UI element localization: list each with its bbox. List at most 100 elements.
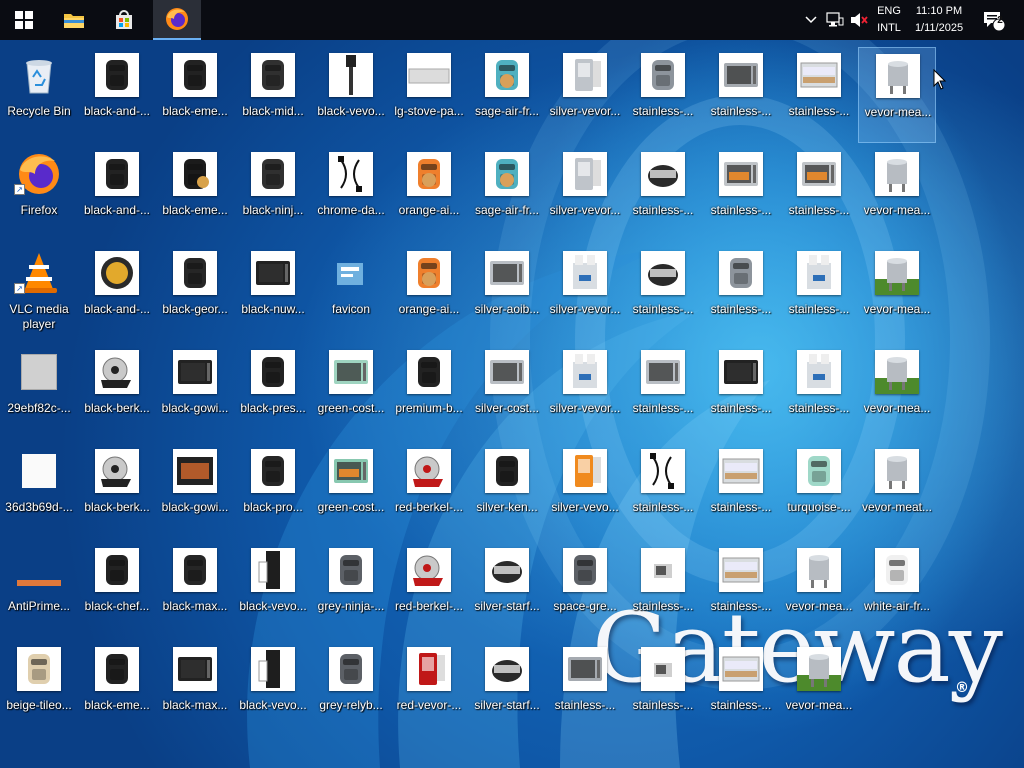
desktop-icon[interactable]: black-ninj... [234, 146, 312, 242]
desktop-icon[interactable]: sage-air-fr... [468, 146, 546, 242]
desktop-icon[interactable]: silver-starf... [468, 641, 546, 737]
desktop-icon[interactable]: stainless-... [702, 245, 780, 341]
desktop-icon[interactable]: stainless-... [624, 47, 702, 143]
desktop-icon[interactable]: silver-vevo... [546, 443, 624, 539]
desktop-icon[interactable]: vevor-mea... [858, 344, 936, 440]
desktop-icon[interactable]: orange-ai... [390, 146, 468, 242]
desktop-icon[interactable]: stainless-... [702, 47, 780, 143]
desktop-icon[interactable]: black-nuw... [234, 245, 312, 341]
desktop-icon[interactable]: red-berkel-... [390, 443, 468, 539]
network-button[interactable] [824, 0, 846, 40]
desktop-icon[interactable]: stainless-... [702, 443, 780, 539]
desktop-icon[interactable]: vevor-mea... [780, 641, 858, 737]
action-center-button[interactable]: 2 [978, 0, 1008, 40]
desktop-icon[interactable]: silver-vevor... [546, 245, 624, 341]
desktop-icon[interactable]: favicon [312, 245, 390, 341]
desktop-icon[interactable]: orange-ai... [390, 245, 468, 341]
desktop-icon[interactable]: stainless-... [624, 146, 702, 242]
desktop-icon[interactable]: silver-vevor... [546, 47, 624, 143]
desktop-icon[interactable]: black-vevo... [234, 641, 312, 737]
desktop-icon[interactable]: silver-starf... [468, 542, 546, 638]
desktop-icon[interactable]: black-max... [156, 542, 234, 638]
desktop-icon[interactable]: black-and-... [78, 245, 156, 341]
desktop-icon[interactable]: vevor-mea... [858, 245, 936, 341]
desktop-icon-label: sage-air-fr... [474, 104, 540, 118]
desktop-icon[interactable]: black-eme... [78, 641, 156, 737]
image-thumbnail-icon [17, 350, 61, 394]
desktop-icon[interactable]: lg-stove-pa... [390, 47, 468, 143]
input-language-indicator[interactable]: ENG INTL [872, 3, 906, 37]
desktop-icon[interactable]: premium-b... [390, 344, 468, 440]
file-explorer-button[interactable] [50, 0, 98, 40]
firefox-taskbar-button[interactable] [153, 0, 201, 40]
desktop-icon[interactable]: vevor-mea... [858, 146, 936, 242]
desktop-icon[interactable]: stainless-... [780, 47, 858, 143]
desktop-icon[interactable]: vevor-mea... [858, 47, 936, 143]
desktop-icon-label: green-cost... [317, 500, 385, 514]
desktop-icon[interactable]: grey-ninja-... [312, 542, 390, 638]
desktop-icon[interactable]: 36d3b69d-... [0, 443, 78, 539]
desktop-icon[interactable]: black-vevo... [234, 542, 312, 638]
desktop-icon-label: red-berkel-... [394, 500, 464, 514]
desktop-icon[interactable]: green-cost... [312, 443, 390, 539]
desktop-icon[interactable]: stainless-... [624, 245, 702, 341]
desktop-icon[interactable]: black-berk... [78, 443, 156, 539]
desktop-icon[interactable]: black-max... [156, 641, 234, 737]
desktop-icon[interactable]: black-vevo... [312, 47, 390, 143]
desktop-icon[interactable]: black-gowi... [156, 443, 234, 539]
desktop-icon[interactable]: green-cost... [312, 344, 390, 440]
desktop-icon[interactable]: stainless-... [780, 146, 858, 242]
desktop-icon[interactable]: beige-tileo... [0, 641, 78, 737]
desktop-icon[interactable]: black-eme... [156, 146, 234, 242]
desktop-icon[interactable]: black-mid... [234, 47, 312, 143]
desktop-icon[interactable]: vevor-meat... [858, 443, 936, 539]
desktop[interactable]: Gateway ® Recycle Bin ↗Firefox↗VLC media… [0, 40, 1024, 768]
desktop-icon[interactable]: ↗ Firefox [0, 146, 78, 242]
desktop-icon[interactable]: black-chef... [78, 542, 156, 638]
clock[interactable]: 11:10 PM 1/11/2025 [908, 3, 970, 37]
desktop-icon[interactable]: ↗ VLC media player [0, 245, 78, 341]
show-hidden-icons-button[interactable] [802, 0, 820, 40]
desktop-icon[interactable]: stainless-... [702, 641, 780, 737]
desktop-icon[interactable]: silver-aoib... [468, 245, 546, 341]
desktop-icon[interactable]: stainless-... [780, 344, 858, 440]
desktop-icon[interactable]: silver-vevor... [546, 344, 624, 440]
desktop-icon[interactable]: black-gowi... [156, 344, 234, 440]
desktop-icon[interactable]: stainless-... [780, 245, 858, 341]
image-thumbnail-icon [641, 548, 685, 592]
desktop-icon[interactable]: stainless-... [702, 344, 780, 440]
desktop-icon[interactable]: stainless-... [624, 641, 702, 737]
desktop-icon[interactable]: black-and-... [78, 47, 156, 143]
desktop-icon[interactable]: black-pres... [234, 344, 312, 440]
image-thumbnail-icon [563, 251, 607, 295]
desktop-icon[interactable]: silver-vevor... [546, 146, 624, 242]
desktop-icon[interactable]: black-berk... [78, 344, 156, 440]
desktop-icon[interactable]: chrome-da... [312, 146, 390, 242]
desktop-icon[interactable]: sage-air-fr... [468, 47, 546, 143]
desktop-icon[interactable]: black-eme... [156, 47, 234, 143]
desktop-icon[interactable]: stainless-... [702, 542, 780, 638]
desktop-icon[interactable]: Recycle Bin [0, 47, 78, 143]
desktop-icon[interactable]: silver-ken... [468, 443, 546, 539]
desktop-icon[interactable]: stainless-... [702, 146, 780, 242]
microsoft-store-button[interactable] [100, 0, 148, 40]
desktop-icon[interactable]: stainless-... [624, 443, 702, 539]
desktop-icon[interactable]: black-and-... [78, 146, 156, 242]
volume-button[interactable] [848, 0, 870, 40]
desktop-icon[interactable]: 29ebf82c-... [0, 344, 78, 440]
desktop-icon[interactable]: white-air-fr... [858, 542, 936, 638]
desktop-icon[interactable]: vevor-mea... [780, 542, 858, 638]
desktop-icon[interactable]: silver-cost... [468, 344, 546, 440]
start-button[interactable] [0, 0, 48, 40]
desktop-icon[interactable]: stainless-... [624, 344, 702, 440]
desktop-icon[interactable]: black-pro... [234, 443, 312, 539]
desktop-icon[interactable]: red-vevor-... [390, 641, 468, 737]
desktop-icon[interactable]: stainless-... [624, 542, 702, 638]
desktop-icon[interactable]: turquoise-... [780, 443, 858, 539]
desktop-icon[interactable]: black-geor... [156, 245, 234, 341]
desktop-icon[interactable]: red-berkel-... [390, 542, 468, 638]
desktop-icon[interactable]: space-gre... [546, 542, 624, 638]
desktop-icon[interactable]: AntiPrime... [0, 542, 78, 638]
desktop-icon[interactable]: stainless-... [546, 641, 624, 737]
desktop-icon[interactable]: grey-relyb... [312, 641, 390, 737]
